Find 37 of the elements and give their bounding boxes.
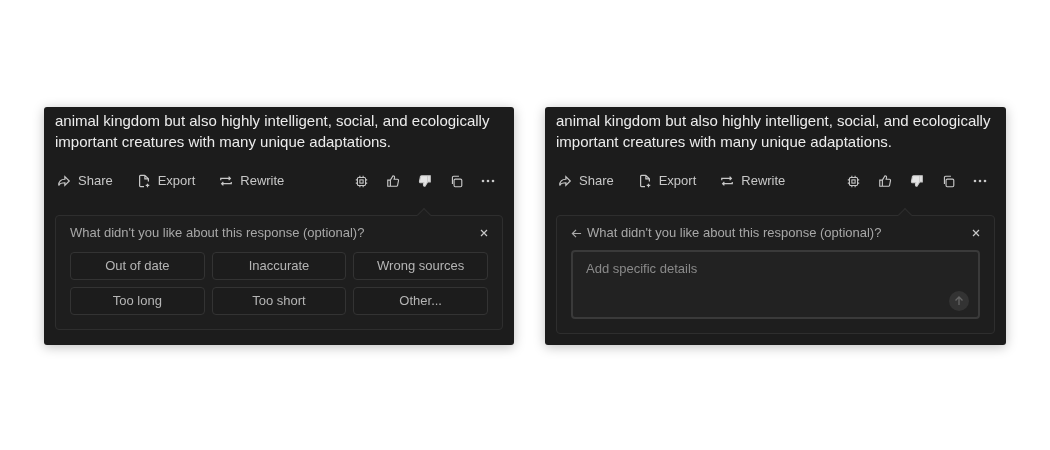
reason-button[interactable]: Inaccurate <box>211 252 347 280</box>
document-icon <box>136 174 151 188</box>
copy-icon[interactable] <box>450 174 463 188</box>
share-icon <box>57 174 71 188</box>
document-icon <box>637 174 652 188</box>
action-button[interactable]: Share <box>57 171 113 191</box>
reason-button[interactable]: Other... <box>353 287 488 315</box>
thumbs-up-icon[interactable] <box>878 174 892 188</box>
feedback-question: What didn't you like about this response (optional)? <box>70 224 365 243</box>
thumbs-down-icon[interactable] <box>418 174 432 188</box>
more-icon[interactable] <box>481 179 495 183</box>
action-button[interactable]: Export <box>136 171 196 191</box>
action-button[interactable]: Rewrite <box>720 171 786 191</box>
up-arrow-icon <box>954 296 964 306</box>
message-text: animal kingdom but also highly intelligent, social, and ecologically important creatures with many unique adaptations. <box>556 111 992 152</box>
close-icon[interactable] <box>972 229 980 237</box>
feedback-question: What didn't you like about this response (optional)? <box>587 224 882 243</box>
repeat-icon <box>720 174 735 188</box>
reason-button[interactable]: Out of date <box>70 252 205 280</box>
back-arrow-icon[interactable] <box>571 227 582 239</box>
chip-icon[interactable] <box>355 174 368 188</box>
share-icon <box>558 174 572 188</box>
chip-icon[interactable] <box>847 174 860 188</box>
reason-button[interactable]: Wrong sources <box>353 252 488 280</box>
copy-icon[interactable] <box>942 174 955 188</box>
reason-button[interactable]: Too long <box>70 287 205 315</box>
repeat-icon <box>219 174 234 188</box>
details-field[interactable]: Add specific details <box>571 250 980 319</box>
more-icon[interactable] <box>973 179 987 183</box>
message-text: animal kingdom but also highly intelligent, social, and ecologically important creatures with many unique adaptations. <box>55 111 491 152</box>
action-button[interactable]: Rewrite <box>219 171 285 191</box>
close-icon[interactable] <box>480 229 488 237</box>
reason-button[interactable]: Too short <box>211 287 347 315</box>
action-button[interactable]: Share <box>558 171 614 191</box>
action-button[interactable]: Export <box>637 171 697 191</box>
thumbs-up-icon[interactable] <box>386 174 400 188</box>
thumbs-down-icon[interactable] <box>910 174 924 188</box>
